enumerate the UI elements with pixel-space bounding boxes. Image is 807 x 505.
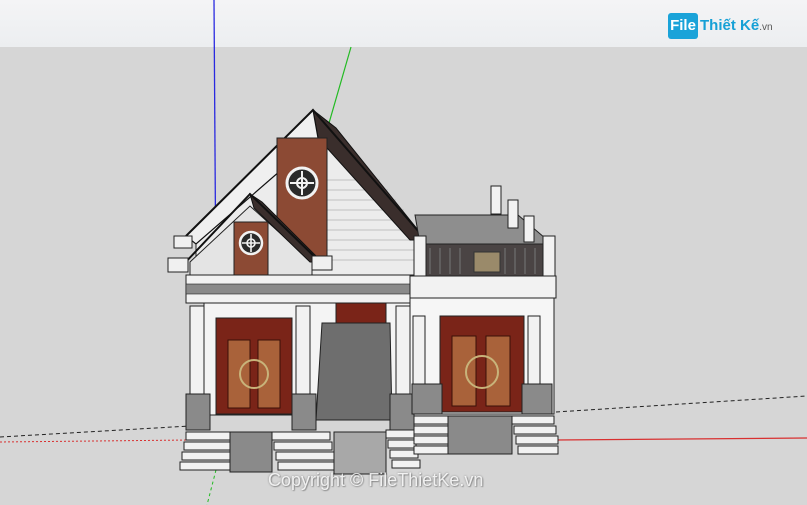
parapet-ornament: [473, 251, 501, 273]
center-door-top: [335, 302, 387, 324]
red-axis-dashed: [0, 439, 191, 443]
porch-beam-shadow: [185, 283, 415, 295]
eave-bracket-left: [173, 235, 193, 249]
green-axis: [326, 46, 352, 131]
parapet-post-3: [523, 215, 535, 243]
center-steps-stone: [333, 431, 387, 475]
eave-bracket-left-2: [167, 257, 189, 273]
left-door-frame: [215, 317, 293, 415]
parapet-post-2: [507, 199, 519, 229]
parapet-post-4: [542, 235, 556, 277]
right-wing-beam: [409, 275, 557, 299]
logo-domain: .vn: [759, 22, 773, 33]
copyright-watermark: Copyright © FileThietKe.vn: [268, 470, 484, 490]
sketchup-viewport[interactable]: File Thiết Kế.vn Copyright © FileThietKe…: [0, 0, 807, 505]
logo-word: Thiết Kế: [700, 17, 760, 34]
red-axis: [555, 437, 807, 441]
left-steps-stone: [229, 431, 273, 473]
center-ramp: [315, 322, 393, 421]
parapet-post-1: [490, 185, 502, 215]
logo-badge: File: [668, 13, 698, 39]
black-dashed-guide-right: [555, 395, 807, 413]
black-dashed-guide: [0, 425, 191, 438]
right-steps-stone: [447, 415, 513, 455]
house-model[interactable]: [0, 0, 807, 505]
parapet-post-5: [413, 235, 427, 277]
green-axis-lower: [206, 469, 217, 505]
logo-wordmark: Thiết Kế.vn: [700, 17, 773, 34]
right-door-glass-1: [451, 335, 477, 407]
filethietke-logo: File Thiết Kế.vn: [668, 13, 780, 41]
eave-bracket-right: [311, 255, 333, 271]
